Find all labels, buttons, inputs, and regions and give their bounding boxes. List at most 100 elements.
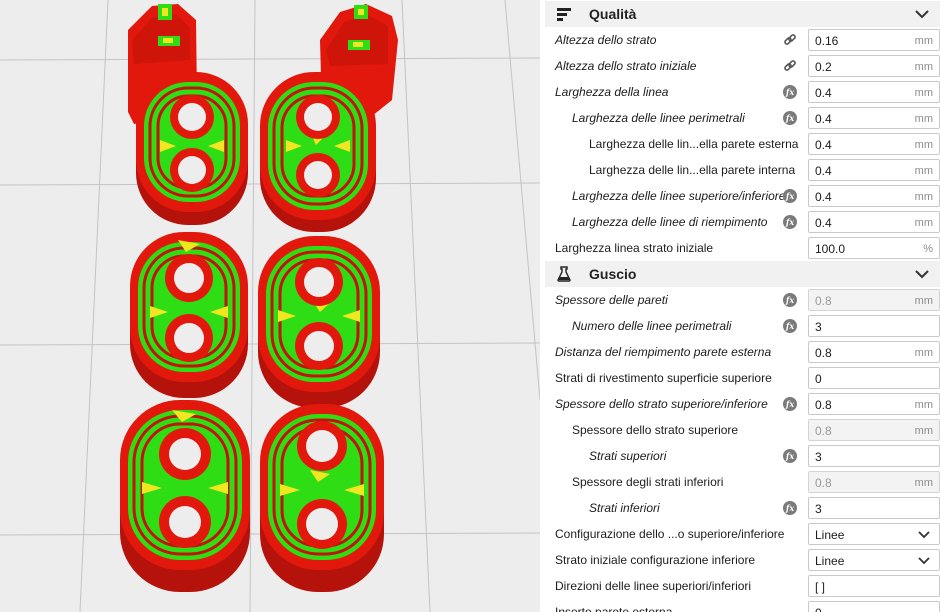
model-part-5[interactable] — [120, 400, 250, 592]
fx-icon[interactable]: fx — [783, 85, 797, 99]
build-plate-preview[interactable] — [0, 0, 540, 612]
setting-value: 0.2 — [815, 60, 832, 74]
link-icon[interactable] — [783, 59, 797, 73]
setting-label: Strati superiori — [589, 449, 667, 463]
chevron-down-icon[interactable] — [915, 269, 929, 279]
section-header-shell[interactable]: Guscio — [545, 261, 940, 287]
setting-row-larghezza-delle-linee-perimetrali: Larghezza delle linee perimetrali fx 0.4 mm — [545, 105, 940, 131]
setting-unit: mm — [914, 113, 933, 125]
setting-label: Larghezza delle lin...ella parete estern… — [589, 137, 799, 151]
fx-icon[interactable]: fx — [783, 397, 797, 411]
setting-input[interactable]: 0.8 mm — [808, 341, 940, 363]
fx-icon[interactable]: fx — [783, 449, 797, 463]
setting-label: Spessore degli strati inferiori — [572, 475, 724, 489]
setting-dropdown[interactable]: Linee — [808, 549, 940, 571]
setting-value: 0.8 — [815, 476, 832, 490]
setting-value: Linee — [815, 528, 845, 542]
setting-label: Inserto parete esterna — [555, 605, 673, 612]
fx-icon[interactable]: fx — [783, 111, 797, 125]
setting-value: 0.4 — [815, 216, 832, 230]
model-part-3[interactable] — [130, 232, 248, 398]
setting-input[interactable]: 0.4 mm — [808, 185, 940, 207]
setting-input[interactable]: 0.8 mm — [808, 393, 940, 415]
setting-input[interactable]: 0.4 mm — [808, 211, 940, 233]
fx-icon[interactable]: fx — [783, 293, 797, 307]
setting-value: 0.4 — [815, 86, 832, 100]
setting-row-larghezza-delle-linee-superiore-inferiore: Larghezza delle linee superiore/inferior… — [545, 183, 940, 209]
fx-icon[interactable]: fx — [783, 215, 797, 229]
setting-input[interactable]: 3 — [808, 315, 940, 337]
setting-label: Larghezza delle linee di riempimento — [572, 215, 768, 229]
setting-row-strati-di-rivestimento-superficie-superiore: Strati di rivestimento superficie superi… — [545, 365, 940, 391]
setting-unit: mm — [914, 347, 933, 359]
setting-input[interactable]: 0.2 mm — [808, 55, 940, 77]
setting-input[interactable]: 0.4 mm — [808, 159, 940, 181]
setting-dropdown[interactable]: Linee — [808, 523, 940, 545]
setting-row-larghezza-della-linea: Larghezza della linea fx 0.4 mm — [545, 79, 940, 105]
setting-label: Altezza dello strato iniziale — [555, 59, 697, 73]
chevron-down-icon — [918, 531, 930, 539]
setting-unit: mm — [914, 399, 933, 411]
setting-label: Altezza dello strato — [555, 33, 657, 47]
setting-value: 0.8 — [815, 398, 832, 412]
setting-value: 0.4 — [815, 164, 832, 178]
setting-input[interactable]: 3 — [808, 497, 940, 519]
setting-row-strati-inferiori: Strati inferiori fx 3 — [545, 495, 940, 521]
setting-row-spessore-dello-strato-superiore: Spessore dello strato superiore 0.8 mm — [545, 417, 940, 443]
setting-unit: mm — [914, 61, 933, 73]
setting-row-altezza-dello-strato-iniziale: Altezza dello strato iniziale 0.2 mm — [545, 53, 940, 79]
setting-row-larghezza-delle-lin-ella-parete-interna: Larghezza delle lin...ella parete intern… — [545, 157, 940, 183]
setting-unit: mm — [914, 87, 933, 99]
fx-icon[interactable]: fx — [783, 319, 797, 333]
setting-unit: mm — [914, 191, 933, 203]
setting-input[interactable]: 0.8 mm — [808, 419, 940, 441]
model-part-1[interactable] — [136, 72, 248, 225]
setting-row-distanza-del-riempimento-parete-esterna: Distanza del riempimento parete esterna 0… — [545, 339, 940, 365]
fx-icon[interactable]: fx — [783, 189, 797, 203]
setting-input[interactable]: 0.4 mm — [808, 107, 940, 129]
chevron-down-icon[interactable] — [915, 9, 929, 19]
setting-value: [ ] — [815, 580, 826, 594]
3d-viewport[interactable] — [0, 0, 540, 612]
setting-input[interactable]: 0.4 mm — [808, 133, 940, 155]
link-icon[interactable] — [783, 33, 797, 47]
setting-value: 0.16 — [815, 34, 839, 48]
print-settings-panel[interactable]: Qualità Altezza dello strato 0.16 mm Altezz… — [545, 0, 940, 612]
shell-flask-icon — [557, 266, 571, 282]
setting-value: 0.4 — [815, 138, 832, 152]
setting-input[interactable]: 3 — [808, 445, 940, 467]
setting-value: 3 — [815, 502, 822, 516]
setting-label: Larghezza delle linee perimetrali — [572, 111, 745, 125]
setting-input[interactable]: 0.4 mm — [808, 81, 940, 103]
setting-label: Direzioni delle linee superiori/inferior… — [555, 579, 752, 593]
setting-label: Strati inferiori — [589, 501, 660, 515]
setting-value: 0.8 — [815, 346, 832, 360]
setting-label: Spessore dello strato superiore — [572, 423, 739, 437]
setting-input[interactable]: 100.0% — [808, 237, 940, 259]
setting-input[interactable]: [ ] — [808, 575, 940, 597]
setting-input[interactable]: 0.16 mm — [808, 29, 940, 51]
setting-label: Strato iniziale configurazione inferiore — [555, 553, 756, 567]
model-part-2[interactable] — [260, 72, 376, 232]
setting-label: Larghezza delle linee superiore/inferior… — [572, 189, 786, 203]
section-header-quality[interactable]: Qualità — [545, 1, 940, 27]
fx-icon[interactable]: fx — [783, 501, 797, 515]
setting-row-spessore-dello-strato-superiore-inferiore: Spessore dello strato superiore/inferior… — [545, 391, 940, 417]
setting-label: Spessore delle pareti — [555, 293, 668, 307]
setting-unit: % — [923, 243, 933, 255]
model-part-4[interactable] — [258, 236, 380, 408]
setting-value: 3 — [815, 450, 822, 464]
setting-row-larghezza-delle-linee-di-riempimento: Larghezza delle linee di riempimento fx 0.… — [545, 209, 940, 235]
model-part-6[interactable] — [260, 404, 384, 592]
setting-input[interactable]: 0 — [808, 367, 940, 389]
setting-input[interactable]: 0.8 mm — [808, 471, 940, 493]
setting-unit: mm — [914, 217, 933, 229]
setting-label: Larghezza della linea — [555, 85, 669, 99]
setting-row-configurazione-dello-o-superiore-inferiore: Configurazione dello ...o superiore/infe… — [545, 521, 940, 547]
setting-input[interactable]: 0 — [808, 601, 940, 612]
setting-label: Spessore dello strato superiore/inferior… — [555, 397, 768, 411]
setting-row-numero-delle-linee-perimetrali: Numero delle linee perimetrali fx 3 — [545, 313, 940, 339]
setting-input[interactable]: 0.8 mm — [808, 289, 940, 311]
setting-value: 100.0 — [815, 242, 846, 256]
setting-value: 0 — [815, 372, 822, 386]
